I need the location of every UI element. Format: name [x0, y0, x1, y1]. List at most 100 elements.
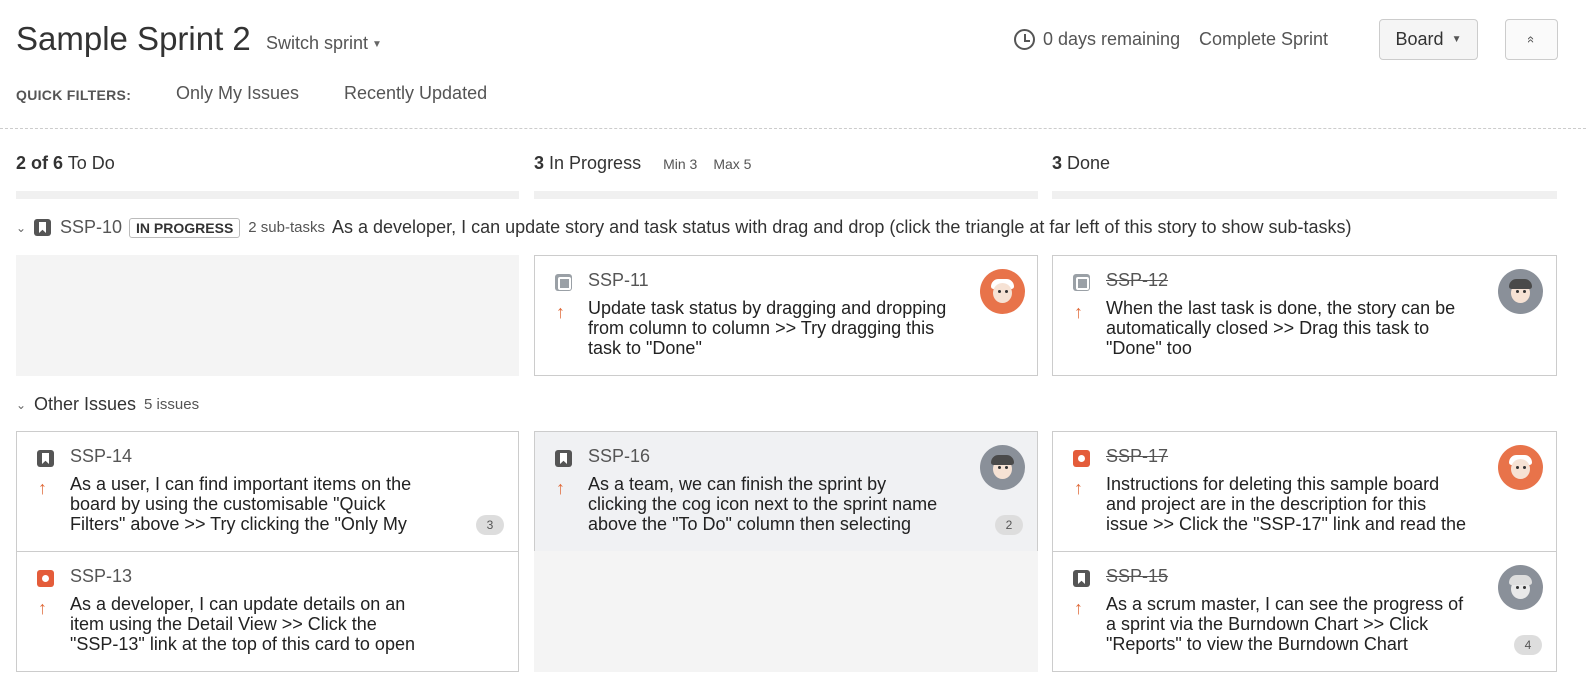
- summary-line: from column to column >> Try dragging th…: [588, 318, 935, 338]
- avatar[interactable]: [1498, 445, 1543, 490]
- summary-line: As a scrum master, I can see the progres…: [1106, 594, 1464, 614]
- priority-high-icon: ↑: [556, 302, 565, 322]
- board-button-label: Board: [1395, 29, 1444, 49]
- avatar-eye: [1516, 586, 1519, 589]
- issue-key[interactable]: SSP-13: [70, 566, 132, 587]
- issue-card-ssp-13[interactable]: SSP-13 ↑ As a developer, I can update de…: [16, 551, 519, 672]
- summary-line: a sprint via the Burndown Chart >> Click: [1106, 614, 1429, 634]
- summary-line: "Done" too: [1106, 338, 1192, 358]
- avatar-eye: [1516, 290, 1519, 293]
- quick-filter-recently-updated[interactable]: Recently Updated: [344, 83, 487, 104]
- column-bar-in-progress: [534, 191, 1038, 199]
- summary-line: "SSP-13" link at the top of this card to…: [70, 634, 415, 654]
- complete-sprint-button[interactable]: Complete Sprint: [1199, 29, 1328, 50]
- issue-summary: Instructions for deleting this sample bo…: [1106, 474, 1466, 534]
- issue-summary: As a scrum master, I can see the progres…: [1106, 594, 1463, 654]
- issue-summary: As a team, we can finish the sprint by c…: [588, 474, 937, 534]
- issue-summary: As a developer, I can update details on …: [70, 594, 415, 654]
- avatar-hair: [1509, 279, 1532, 289]
- avatar-face: [1511, 459, 1530, 479]
- days-remaining-label: 0 days remaining: [1043, 29, 1181, 49]
- chevron-down-icon[interactable]: ⌄: [16, 398, 26, 412]
- avatar-face: [993, 283, 1012, 303]
- summary-line: above the "To Do" column then selecting: [588, 514, 911, 534]
- avatar-hair: [991, 455, 1014, 465]
- issue-card-ssp-12[interactable]: SSP-12 ↑ When the last task is done, the…: [1052, 255, 1557, 376]
- column-max: Max 5: [713, 156, 752, 172]
- issue-key[interactable]: SSP-14: [70, 446, 132, 467]
- summary-line: task to "Done": [588, 338, 702, 358]
- issue-key[interactable]: SSP-17: [1106, 446, 1168, 467]
- story-icon: [37, 450, 54, 467]
- subtask-icon: [555, 274, 572, 291]
- issue-key[interactable]: SSP-12: [1106, 270, 1168, 291]
- column-count: 3: [534, 153, 545, 173]
- switch-sprint-label: Switch sprint: [266, 33, 369, 53]
- avatar[interactable]: [1498, 565, 1543, 610]
- avatar-hair: [1509, 575, 1532, 585]
- avatar-eye: [1523, 586, 1526, 589]
- chevron-down-icon: ▼: [372, 38, 382, 50]
- summary-line: automatically closed >> Drag this task t…: [1106, 318, 1430, 338]
- issue-count: 5 issues: [144, 396, 200, 413]
- avatar[interactable]: [980, 269, 1025, 314]
- column-header-done: 3 Done: [1052, 153, 1110, 174]
- sprint-header: Sample Sprint 2 Switch sprint ▼ 0 days re…: [0, 0, 1586, 130]
- issue-key[interactable]: SSP-11: [588, 270, 649, 291]
- priority-high-icon: ↑: [38, 478, 47, 498]
- subtask-icon: [1073, 274, 1090, 291]
- issue-summary: As a user, I can find important items on…: [70, 474, 411, 534]
- avatar[interactable]: [980, 445, 1025, 490]
- column-name: Done: [1067, 153, 1111, 173]
- chevron-down-icon[interactable]: ⌄: [16, 221, 26, 235]
- swimlane-issue-key[interactable]: SSP-10: [60, 217, 122, 238]
- issue-card-ssp-17[interactable]: SSP-17 ↑ Instructions for deleting this …: [1052, 431, 1557, 552]
- column-name: In Progress: [549, 153, 642, 173]
- summary-line: As a developer, I can update details on …: [70, 594, 406, 614]
- quick-filter-only-my-issues[interactable]: Only My Issues: [176, 83, 299, 104]
- empty-cell: [534, 551, 1038, 672]
- summary-line: issue >> Click the "SSP-17" link and rea…: [1106, 514, 1466, 534]
- priority-high-icon: ↑: [38, 598, 47, 618]
- collapse-header-button[interactable]: «: [1505, 19, 1558, 60]
- story-icon: [1073, 570, 1090, 587]
- subtask-count-badge: 3: [476, 515, 504, 535]
- subtask-count-badge: 4: [1514, 635, 1542, 655]
- priority-high-icon: ↑: [1074, 598, 1083, 618]
- column-count: 2 of 6: [16, 153, 64, 173]
- summary-line: Update task status by dragging and dropp…: [588, 298, 947, 318]
- issue-key[interactable]: SSP-15: [1106, 566, 1168, 587]
- column-name: To Do: [67, 153, 115, 173]
- summary-line: clicking the cog icon next to the sprint…: [588, 494, 938, 514]
- summary-line: When the last task is done, the story ca…: [1106, 298, 1456, 318]
- status-badge: IN PROGRESS: [129, 217, 241, 238]
- column-count: 3: [1052, 153, 1063, 173]
- swimlane-summary: As a developer, I can update story and t…: [332, 217, 1352, 237]
- swimlane-title: Other Issues: [34, 394, 137, 414]
- days-remaining: 0 days remaining: [1014, 29, 1180, 50]
- summary-line: item using the Detail View >> Click the: [70, 614, 377, 634]
- avatar-eye: [998, 466, 1001, 469]
- column-header-todo: 2 of 6 To Do: [16, 153, 115, 174]
- swimlane-header-other-issues[interactable]: ⌄ Other Issues 5 issues: [16, 394, 206, 415]
- subtask-count-badge: 2: [995, 515, 1023, 535]
- summary-line: board by using the customisable "Quick: [70, 494, 386, 514]
- board-dropdown-button[interactable]: Board ▼: [1379, 19, 1478, 60]
- empty-cell: [16, 255, 519, 376]
- issue-card-ssp-14[interactable]: SSP-14 ↑ As a user, I can find important…: [16, 431, 519, 552]
- priority-high-icon: ↑: [1074, 478, 1083, 498]
- chevron-down-icon: ▼: [1451, 34, 1462, 45]
- issue-card-ssp-11[interactable]: SSP-11 ↑ Update task status by dragging …: [534, 255, 1038, 376]
- story-icon: [555, 450, 572, 467]
- avatar[interactable]: [1498, 269, 1543, 314]
- column-header-in-progress: 3 In Progress Min 3 Max 5: [534, 153, 751, 174]
- issue-card-ssp-16[interactable]: SSP-16 ↑ As a team, we can finish the sp…: [534, 431, 1038, 552]
- summary-line: As a user, I can find important items on…: [70, 474, 412, 494]
- avatar-eye: [1516, 466, 1519, 469]
- bug-icon: [1073, 450, 1090, 467]
- switch-sprint-dropdown[interactable]: Switch sprint ▼: [266, 33, 382, 54]
- issue-card-ssp-15[interactable]: SSP-15 ↑ As a scrum master, I can see th…: [1052, 551, 1557, 672]
- swimlane-header-ssp-10[interactable]: ⌄ SSP-10 IN PROGRESS 2 sub-tasks As a de…: [16, 217, 1352, 238]
- issue-key[interactable]: SSP-16: [588, 446, 650, 467]
- summary-line: As a team, we can finish the sprint by: [588, 474, 887, 494]
